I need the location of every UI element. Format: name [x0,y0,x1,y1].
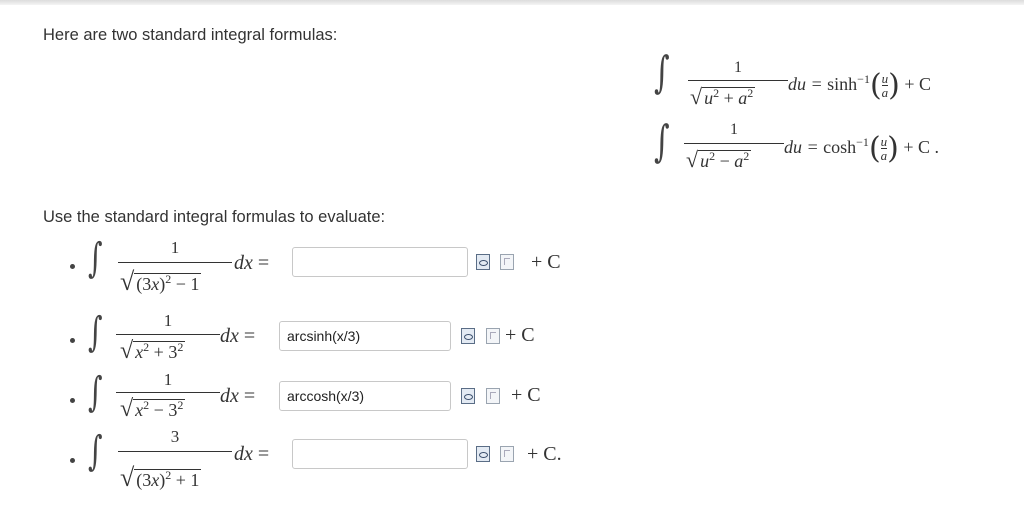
problem-numerator: 1 [163,370,173,389]
fraction-bar [118,451,232,452]
list-bullet [70,338,75,343]
preview-icon[interactable] [476,254,490,270]
preview-icon[interactable] [476,446,490,462]
symbol-palette-icon[interactable] [486,328,500,344]
plus-c: + C [511,384,541,406]
fraction-bar [118,262,232,263]
formula-denominator: √ u2 + a2 [690,84,756,109]
top-border [0,0,1024,5]
problem-denominator: √ x2 + 32 [120,338,186,364]
answer-input-1[interactable] [292,247,468,277]
list-bullet [70,398,75,403]
answer-input-4[interactable] [292,439,468,469]
formula-numerator: 1 [734,59,742,76]
problem-numerator: 1 [170,238,180,257]
formula-rhs: du = cosh−1(u a) + C . [784,131,940,166]
integral-sign: ∫ [88,367,103,416]
fraction-bar [684,143,784,144]
answer-input-3[interactable] [279,381,451,411]
list-bullet [70,264,75,269]
differential: dx = [220,385,256,407]
fraction-bar [688,80,788,81]
fraction-bar [116,334,220,335]
problem-numerator: 1 [163,311,173,330]
preview-icon[interactable] [461,328,475,344]
symbol-palette-icon[interactable] [500,446,514,462]
list-bullet [70,458,75,463]
problem-denominator: √ (3x)2 + 1 [120,463,202,492]
problem-denominator: √ (3x)2 − 1 [120,267,202,296]
differential: dx = [234,252,270,274]
integral-sign: ∫ [88,307,103,356]
plus-c: + C [531,251,561,273]
preview-icon[interactable] [461,388,475,404]
differential: dx = [234,443,270,465]
formula-rhs: du = sinh−1(u a) + C [788,68,932,103]
symbol-palette-icon[interactable] [486,388,500,404]
intro-text: Here are two standard integral formulas: [43,26,338,44]
plus-c: + C [505,324,535,346]
integral-sign: ∫ [88,233,103,282]
plus-c: + C. [527,443,562,465]
problem-numerator: 3 [170,427,180,446]
symbol-palette-icon[interactable] [500,254,514,270]
formula-denominator: √ u2 − a2 [686,147,752,172]
integral-sign: ∫ [654,116,670,168]
differential: dx = [220,325,256,347]
instructions-text: Use the standard integral formulas to ev… [43,208,386,226]
fraction-bar [116,392,220,393]
integral-sign: ∫ [88,426,103,475]
formula-numerator: 1 [730,121,738,138]
integral-sign: ∫ [654,47,670,99]
problem-denominator: √ x2 − 32 [120,396,186,422]
answer-input-2[interactable] [279,321,451,351]
